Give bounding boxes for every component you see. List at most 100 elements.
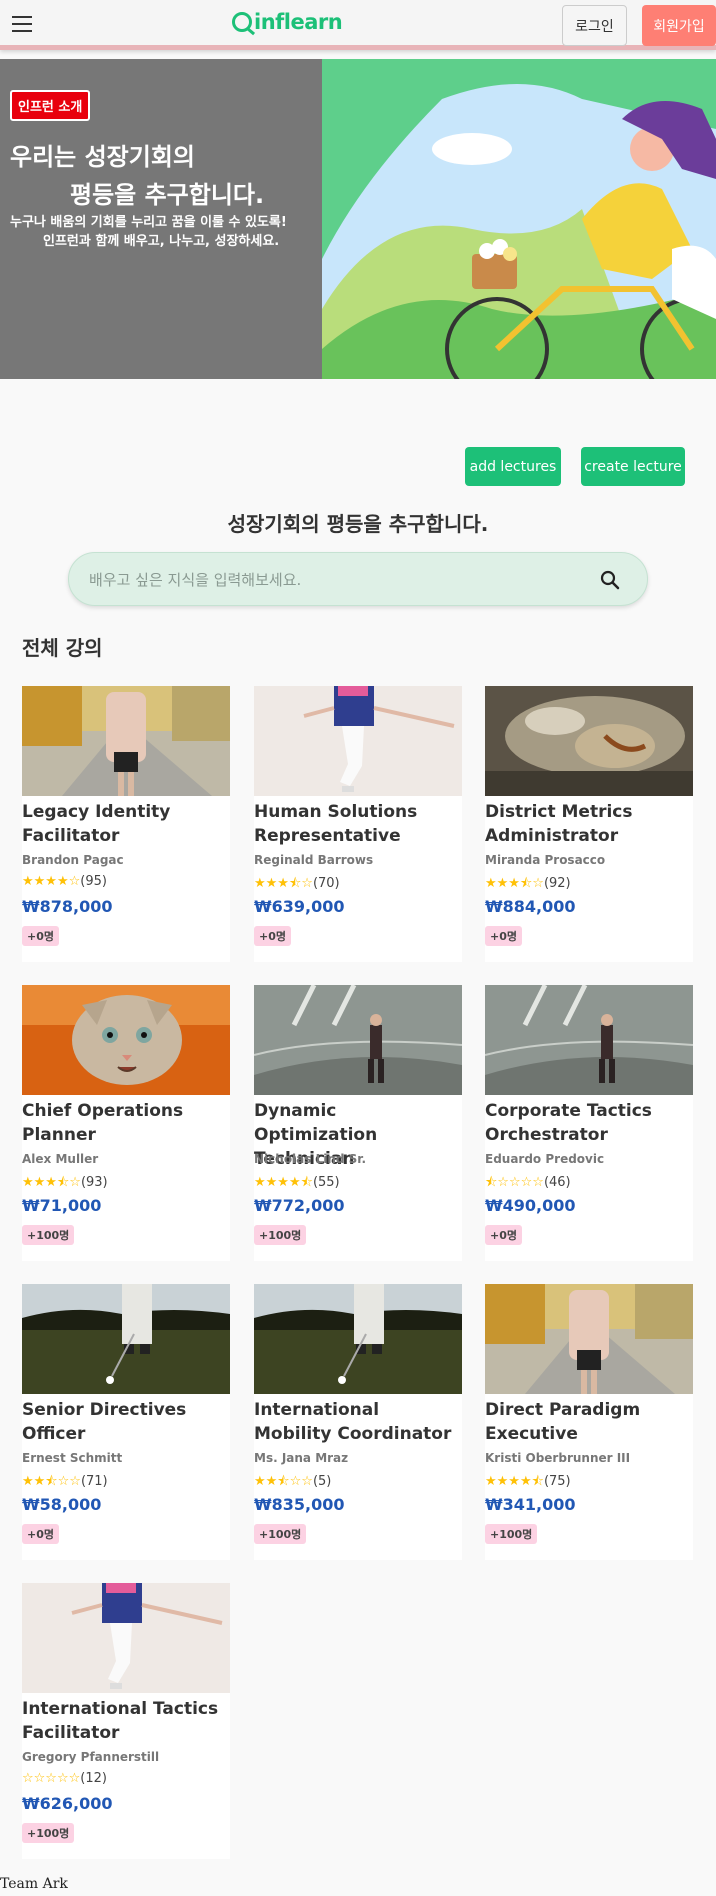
menu-icon[interactable] bbox=[12, 16, 32, 32]
course-price: ₩626,000 bbox=[22, 1794, 113, 1813]
course-price: ₩71,000 bbox=[22, 1196, 102, 1215]
hero-text-panel: 인프런 소개 우리는 성장기회의 평등을 추구합니다. 누구나 배움의 기회를 … bbox=[0, 59, 322, 379]
course-thumbnail[interactable] bbox=[254, 686, 462, 796]
course-thumbnail[interactable] bbox=[22, 686, 230, 796]
course-price: ₩639,000 bbox=[254, 897, 345, 916]
course-author: Ernest Schmitt bbox=[22, 1451, 123, 1465]
course-author: Miranda Prosacco bbox=[485, 853, 606, 867]
search-bar bbox=[68, 552, 648, 606]
student-count-badge: +100명 bbox=[254, 1524, 307, 1544]
course-thumbnail[interactable] bbox=[485, 985, 693, 1095]
hero-badge[interactable]: 인프런 소개 bbox=[10, 90, 91, 121]
hero-banner: 인프런 소개 우리는 성장기회의 평등을 추구합니다. 누구나 배움의 기회를 … bbox=[0, 59, 716, 379]
top-navbar: inflearn 로그인 회원가입 bbox=[0, 0, 716, 50]
rating-count: (46) bbox=[543, 1175, 571, 1190]
rating-count: (93) bbox=[80, 1175, 108, 1190]
create-lecture-button[interactable]: create lecture bbox=[581, 447, 685, 486]
rating-stars-icon: ★★★★☆ bbox=[22, 874, 81, 889]
course-thumbnail[interactable] bbox=[254, 1284, 462, 1394]
course-rating: ★★⯪☆☆(5) bbox=[254, 1472, 331, 1494]
course-thumbnail[interactable] bbox=[22, 1583, 230, 1693]
student-count-badge: +0명 bbox=[485, 1225, 522, 1245]
course-author: Ms. Jana Mraz bbox=[254, 1451, 349, 1465]
rating-stars-icon: ★★★⯪☆ bbox=[485, 876, 544, 891]
rating-stars-icon: ★★⯪☆☆ bbox=[254, 1474, 313, 1489]
course-thumbnail[interactable] bbox=[22, 985, 230, 1095]
course-price: ₩835,000 bbox=[254, 1495, 345, 1514]
course-price: ₩490,000 bbox=[485, 1196, 576, 1215]
course-thumbnail[interactable] bbox=[485, 686, 693, 796]
rating-stars-icon: ★★⯪☆☆ bbox=[22, 1474, 81, 1489]
course-title[interactable]: Corporate Tactics Orchestrator bbox=[485, 1099, 693, 1147]
course-card[interactable]: Chief Operations Planner Alex Muller ★★★⯪☆… bbox=[22, 985, 230, 1261]
rating-stars-icon: ☆☆☆☆☆ bbox=[22, 1771, 81, 1786]
course-title[interactable]: International Tactics Facilitator bbox=[22, 1697, 230, 1745]
course-price: ₩341,000 bbox=[485, 1495, 576, 1514]
hero-title-line1: 우리는 성장기회의 bbox=[10, 143, 195, 171]
course-title[interactable]: International Mobility Coordinator bbox=[254, 1398, 462, 1446]
rating-count: (75) bbox=[543, 1474, 571, 1489]
hero-illustration bbox=[322, 59, 716, 379]
rating-stars-icon: ★★★★⯪ bbox=[254, 1175, 313, 1190]
course-title[interactable]: Legacy Identity Facilitator bbox=[22, 800, 230, 848]
course-author: Reginald Barrows bbox=[254, 853, 374, 867]
course-card[interactable]: International Mobility Coordinator Ms. Ja… bbox=[254, 1284, 462, 1560]
course-rating: ☆☆☆☆☆(12) bbox=[22, 1771, 107, 1786]
rating-stars-icon: ★★★★⯪ bbox=[485, 1474, 544, 1489]
search-input[interactable] bbox=[89, 566, 569, 594]
course-author: Nicholas Lind Sr. bbox=[254, 1152, 367, 1166]
hero-subtitle-line2: 인프런과 함께 배우고, 나누고, 성장하세요. bbox=[43, 234, 280, 249]
course-author: Brandon Pagac bbox=[22, 853, 124, 867]
student-count-badge: +100명 bbox=[22, 1225, 75, 1245]
add-lectures-button[interactable]: add lectures bbox=[465, 447, 561, 486]
course-thumbnail[interactable] bbox=[485, 1284, 693, 1394]
search-icon[interactable] bbox=[599, 569, 621, 591]
course-card[interactable]: Senior Directives Officer Ernest Schmitt ★… bbox=[22, 1284, 230, 1560]
rating-stars-icon: ★★★⯪☆ bbox=[254, 876, 313, 891]
course-thumbnail[interactable] bbox=[254, 985, 462, 1095]
course-title[interactable]: Direct Paradigm Executive bbox=[485, 1398, 693, 1446]
course-rating: ★★★★⯪(75) bbox=[485, 1472, 571, 1494]
course-card[interactable]: Direct Paradigm Executive Kristi Oberbrun… bbox=[485, 1284, 693, 1560]
student-count-badge: +0명 bbox=[254, 926, 291, 946]
course-rating: ★★★★☆(95) bbox=[22, 874, 107, 889]
student-count-badge: +100명 bbox=[22, 1823, 75, 1843]
student-count-badge: +0명 bbox=[485, 926, 522, 946]
hero-subtitle-line1: 누구나 배움의 기회를 누리고 꿈을 이룰 수 있도록! bbox=[10, 215, 287, 230]
course-rating: ★★★⯪☆(93) bbox=[22, 1173, 108, 1195]
logo-text: inflearn bbox=[254, 10, 343, 34]
course-rating: ⯪☆☆☆☆(46) bbox=[485, 1173, 571, 1195]
course-author: Kristi Oberbrunner III bbox=[485, 1451, 631, 1465]
signup-button[interactable]: 회원가입 bbox=[642, 5, 716, 46]
hero-title-line2: 평등을 추구합니다. bbox=[70, 181, 265, 209]
course-card[interactable]: District Metrics Administrator Miranda Pr… bbox=[485, 686, 693, 962]
student-count-badge: +100명 bbox=[485, 1524, 538, 1544]
rating-count: (95) bbox=[80, 874, 107, 889]
course-price: ₩884,000 bbox=[485, 897, 576, 916]
course-card[interactable]: Dynamic Optimization Technician Nicholas … bbox=[254, 985, 462, 1261]
course-title[interactable]: Chief Operations Planner bbox=[22, 1099, 230, 1147]
course-price: ₩58,000 bbox=[22, 1495, 102, 1514]
course-title[interactable]: Human Solutions Representative bbox=[254, 800, 462, 848]
footer-text: Team Ark bbox=[0, 1876, 68, 1892]
course-card[interactable]: Corporate Tactics Orchestrator Eduardo Pr… bbox=[485, 985, 693, 1261]
logo[interactable]: inflearn bbox=[232, 8, 343, 36]
course-title[interactable]: Senior Directives Officer bbox=[22, 1398, 230, 1446]
course-title[interactable]: District Metrics Administrator bbox=[485, 800, 693, 848]
course-price: ₩772,000 bbox=[254, 1196, 345, 1215]
all-courses-title: 전체 강의 bbox=[22, 636, 103, 660]
course-rating: ★★⯪☆☆(71) bbox=[22, 1472, 108, 1494]
rating-stars-icon: ⯪☆☆☆☆ bbox=[485, 1175, 544, 1190]
course-card[interactable]: International Tactics Facilitator Gregory… bbox=[22, 1583, 230, 1859]
course-rating: ★★★⯪☆(70) bbox=[254, 874, 340, 896]
course-thumbnail[interactable] bbox=[22, 1284, 230, 1394]
rating-count: (55) bbox=[312, 1175, 340, 1190]
login-button[interactable]: 로그인 bbox=[562, 5, 627, 46]
course-card[interactable]: Human Solutions Representative Reginald B… bbox=[254, 686, 462, 962]
course-card[interactable]: Legacy Identity Facilitator Brandon Pagac… bbox=[22, 686, 230, 962]
course-author: Gregory Pfannerstill bbox=[22, 1750, 160, 1764]
rating-count: (70) bbox=[312, 876, 340, 891]
course-author: Eduardo Predovic bbox=[485, 1152, 605, 1166]
course-author: Alex Muller bbox=[22, 1152, 99, 1166]
slogan-heading: 성장기회의 평등을 추구합니다. bbox=[227, 512, 489, 536]
